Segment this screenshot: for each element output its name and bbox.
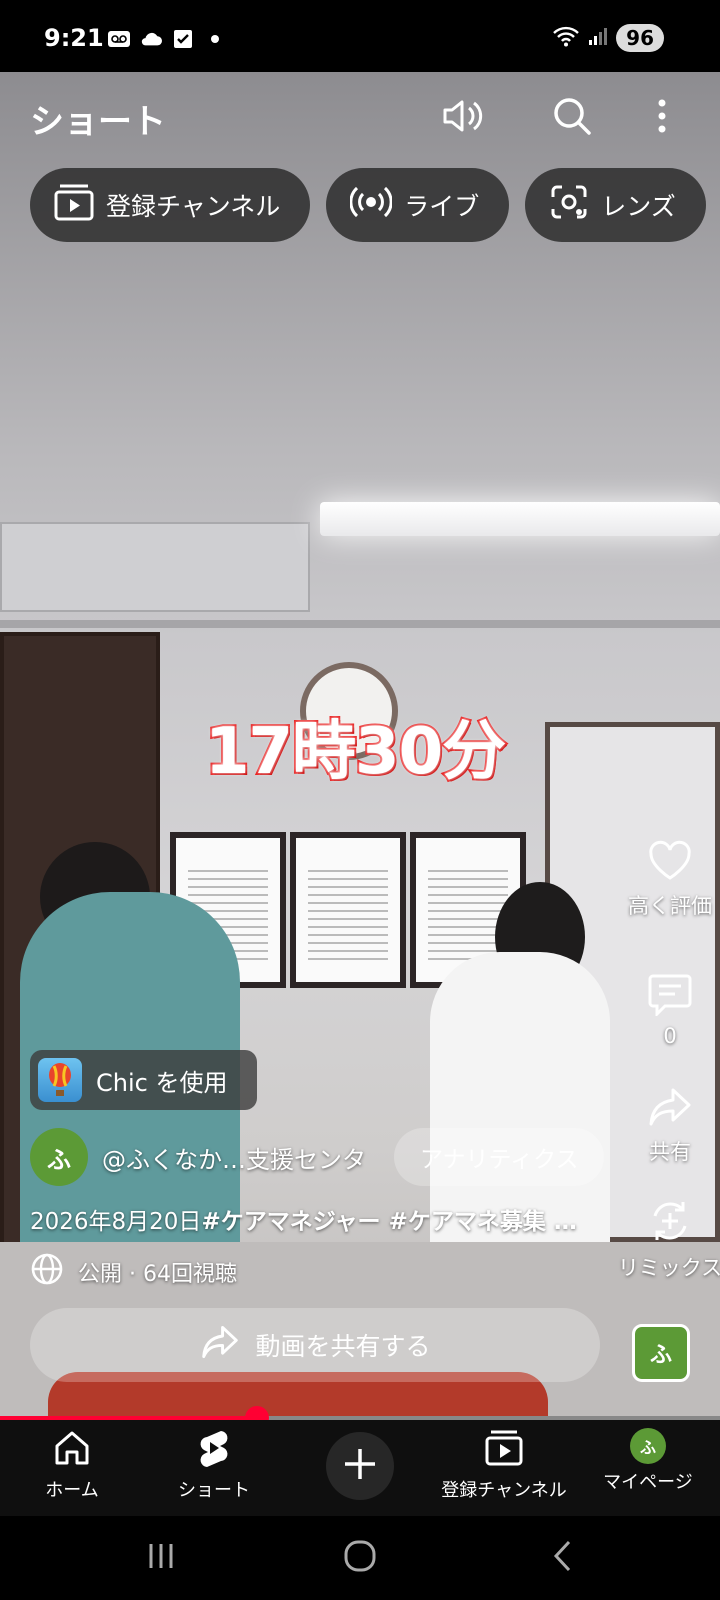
nav-label: 登録チャンネル	[441, 1480, 567, 1501]
nav-home[interactable]: ホーム	[0, 1428, 144, 1502]
share-button[interactable]: 共有	[620, 1086, 720, 1166]
create-button[interactable]	[326, 1432, 394, 1500]
chip-label: 登録チャンネル	[106, 192, 281, 221]
video-caption[interactable]: 2026年8月20日#ケアマネジャー #ケアマネ募集 …	[30, 1202, 600, 1236]
channel-row: ふ @ふくなか…支援センタ アナリティクス	[30, 1128, 605, 1186]
more-icon	[656, 98, 668, 138]
lens-icon	[549, 183, 589, 227]
avatar: ふ	[630, 1428, 666, 1464]
subscriptions-icon	[484, 1428, 524, 1472]
share-label: 共有	[649, 1140, 691, 1164]
video-scene-vent	[0, 522, 310, 612]
comment-icon	[647, 972, 693, 1020]
nav-my-page[interactable]: ふ マイページ	[576, 1428, 720, 1494]
page-title: ショート	[30, 102, 166, 142]
caption-date: 2026年8月20日	[30, 1209, 202, 1235]
home-system-button[interactable]	[335, 1536, 385, 1580]
channel-thumbnail[interactable]: ふ	[632, 1324, 690, 1382]
back-icon	[551, 1539, 575, 1577]
globe-icon	[30, 1252, 64, 1292]
create-icon	[342, 1446, 378, 1486]
video-overlay-text: 17時30分	[203, 713, 508, 791]
search-button[interactable]	[548, 94, 596, 142]
circle-home-icon	[343, 1539, 377, 1577]
status-bar: 9:21 96	[0, 0, 720, 72]
chip-live[interactable]: ライブ	[326, 168, 510, 242]
chip-lens[interactable]: レンズ	[525, 168, 706, 242]
effect-chip[interactable]: Chic を使用	[30, 1050, 258, 1110]
signal-icon	[588, 26, 608, 50]
check-square-icon	[172, 28, 194, 50]
chip-label: ライブ	[404, 192, 480, 221]
subscriptions-icon	[54, 183, 94, 227]
video-scene-certificate	[290, 832, 406, 988]
volume-icon	[441, 96, 483, 140]
balloon-icon	[38, 1058, 82, 1102]
nav-shorts[interactable]: ショート	[142, 1428, 286, 1502]
like-label: 高く評価	[628, 894, 712, 918]
status-time: 9:21	[44, 24, 104, 52]
system-navigation-bar	[0, 1516, 720, 1600]
share-icon	[199, 1324, 241, 1366]
share-icon	[647, 1086, 693, 1132]
recents-icon	[146, 1542, 176, 1574]
bottom-navigation: ホーム ショート 登録チャンネル ふ マイページ	[0, 1420, 720, 1516]
search-icon	[552, 96, 592, 140]
voicemail-icon	[108, 28, 130, 50]
dot-icon	[204, 28, 226, 50]
comment-button[interactable]: 0	[620, 972, 720, 1048]
share-video-button[interactable]: 動画を共有する	[30, 1308, 600, 1382]
volume-button[interactable]	[438, 94, 486, 142]
analytics-button[interactable]: アナリティクス	[394, 1128, 605, 1186]
live-icon	[349, 184, 393, 226]
nav-label: ショート	[178, 1480, 250, 1501]
chip-label: レンズ	[601, 192, 676, 221]
recents-button[interactable]	[136, 1536, 186, 1580]
remix-button[interactable]: リミックス	[617, 1198, 720, 1282]
comment-count: 0	[663, 1024, 677, 1048]
video-meta: 公開 · 64回視聴	[30, 1252, 237, 1292]
remix-label: リミックス	[617, 1256, 720, 1280]
channel-name[interactable]: @ふくなか…支援センタ	[102, 1140, 366, 1175]
battery-indicator: 96	[616, 24, 664, 52]
filter-chips: 登録チャンネル ライブ レンズ	[30, 168, 706, 242]
caption-hashtags[interactable]: #ケアマネジャー #ケアマネ募集 …	[201, 1209, 576, 1235]
nav-subscriptions[interactable]: 登録チャンネル	[432, 1428, 576, 1502]
effect-label: Chic を使用	[96, 1068, 228, 1097]
nav-label: マイページ	[603, 1472, 693, 1493]
home-icon	[52, 1428, 92, 1472]
share-video-label: 動画を共有する	[255, 1332, 431, 1361]
visibility-views: 公開 · 64回視聴	[78, 1262, 237, 1287]
shorts-icon	[197, 1428, 231, 1472]
remix-icon	[647, 1198, 693, 1248]
video-scene-ceiling-light	[320, 502, 720, 536]
like-icon	[647, 840, 693, 886]
nav-label: ホーム	[45, 1480, 99, 1501]
wifi-icon	[552, 25, 580, 51]
cloud-icon	[140, 28, 162, 50]
chip-subscriptions[interactable]: 登録チャンネル	[30, 168, 311, 242]
like-button[interactable]: 高く評価	[620, 840, 720, 920]
channel-avatar[interactable]: ふ	[30, 1128, 88, 1186]
more-button[interactable]	[638, 94, 686, 142]
back-button[interactable]	[538, 1536, 588, 1580]
